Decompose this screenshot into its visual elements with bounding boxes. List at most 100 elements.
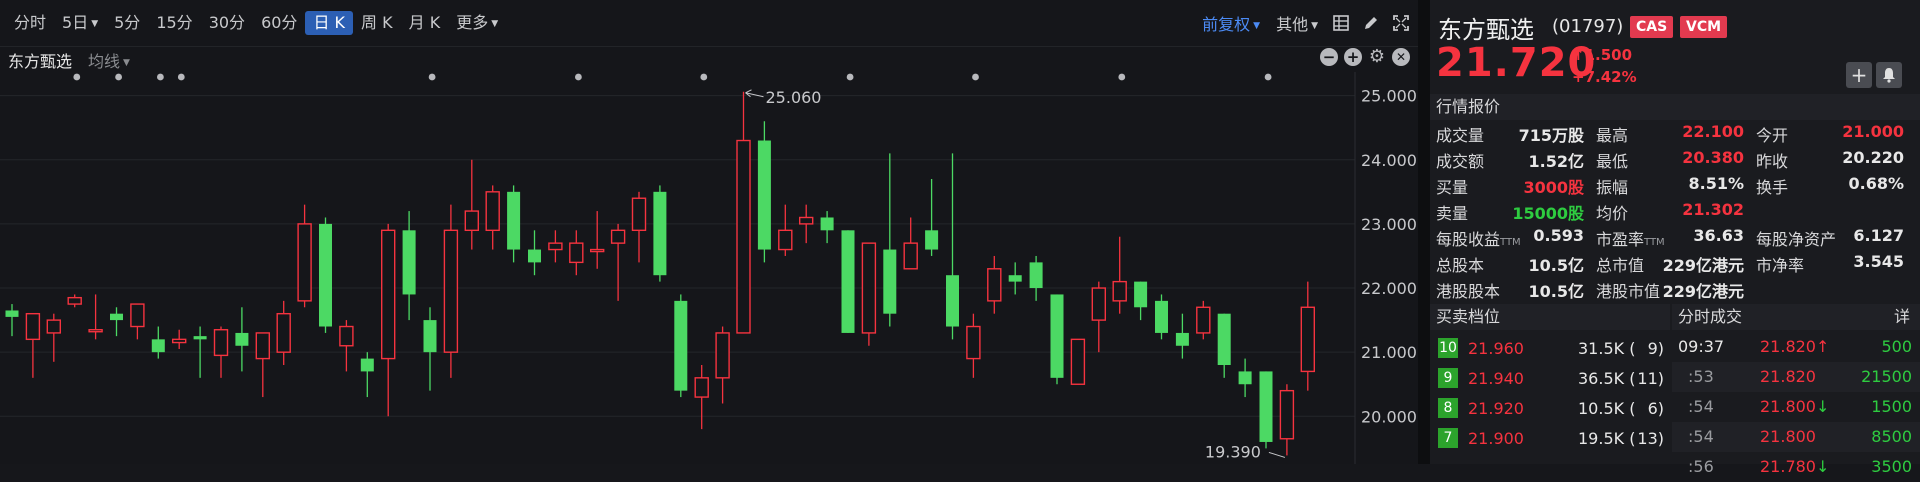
panel-divider[interactable] <box>1418 0 1430 464</box>
y-tick-label: 22.000 <box>1361 279 1417 298</box>
other-dropdown[interactable]: 其他 ▼ <box>1270 11 1324 35</box>
zoom-in-icon[interactable]: + <box>1344 48 1362 66</box>
tab-more[interactable]: 更多 ▼ <box>448 11 506 35</box>
stat-label: 市净率 <box>1756 252 1804 276</box>
tab-timeshare[interactable]: 分时 <box>6 11 54 35</box>
low-marker-line <box>1268 451 1286 458</box>
tab-5min[interactable]: 5分 <box>106 11 148 35</box>
layout-grid-icon[interactable] <box>1328 10 1354 36</box>
tab-15min[interactable]: 15分 <box>148 11 200 35</box>
trade-price-value: 21.800 <box>1760 397 1816 416</box>
trade-price: 21.800 <box>1760 427 1816 446</box>
candlestick-chart[interactable]: 25.000 24.000 23.000 22.000 21.000 20.000 25.0… <box>0 72 1418 464</box>
candle-body-up <box>715 332 730 379</box>
candle-body-down <box>360 358 374 372</box>
stat-label: 最高 <box>1596 126 1629 145</box>
stat-value: 10.5亿 <box>1528 256 1584 275</box>
candle-body-down <box>507 191 521 250</box>
candle-body-up <box>1279 389 1295 440</box>
candle-body-up <box>1112 280 1127 302</box>
candle-body-down <box>820 217 834 231</box>
zoom-out-icon[interactable]: − <box>1320 48 1338 66</box>
candle-body-up <box>799 216 814 225</box>
level-badge: 9 <box>1438 368 1458 388</box>
stat-label: 总市值 <box>1596 252 1644 276</box>
close-icon[interactable]: ✕ <box>1392 48 1410 66</box>
trade-volume: 8500 <box>1871 427 1912 446</box>
candle-body-down <box>1008 275 1022 282</box>
candle-body-up <box>485 191 500 232</box>
price-change-value: 1.500 <box>1584 46 1633 64</box>
stat-label: 换手 <box>1756 178 1789 197</box>
price-change-pct: +7.42% <box>1572 68 1637 86</box>
candle-body-up <box>1196 306 1211 334</box>
stat-value: 0.68% <box>1848 174 1904 193</box>
tab-5day[interactable]: 5日 ▼ <box>54 11 106 35</box>
candle-body-down <box>1238 371 1252 385</box>
cas-badge[interactable]: CAS <box>1630 16 1674 38</box>
orderbook-row[interactable]: 7 21.900 19.5K (13) <box>1430 424 1670 454</box>
level-badge: 10 <box>1438 338 1458 358</box>
event-dot <box>73 73 81 81</box>
event-dot <box>575 73 582 81</box>
tab-daily-k[interactable]: 日 K <box>305 11 354 35</box>
tab-more-label: 更多 <box>456 13 489 32</box>
adjust-dropdown[interactable]: 前复权 ▼ <box>1196 11 1266 35</box>
settings-gear-icon[interactable]: ⚙ <box>1368 48 1386 66</box>
trade-row: :54 21.800 8500 <box>1672 422 1920 452</box>
stat-label: 买量 <box>1436 178 1469 197</box>
trade-time: :53 <box>1688 367 1714 386</box>
alert-bell-icon[interactable] <box>1876 62 1902 88</box>
candle-body-down <box>883 249 897 314</box>
trade-row: :56 21.780↓ 3500 <box>1672 452 1920 482</box>
y-tick-label: 25.000 <box>1361 87 1417 106</box>
candle-body-up <box>631 197 647 232</box>
orderbook-row[interactable]: 8 21.920 10.5K (6) <box>1430 394 1670 424</box>
trade-price-value: 21.800 <box>1760 427 1816 446</box>
chevron-down-icon: ▼ <box>1311 21 1318 31</box>
tab-weekly-k[interactable]: 周 K <box>353 11 401 35</box>
orderbook-row[interactable]: 10 21.960 31.5K (9) <box>1430 334 1670 364</box>
tab-monthly-k[interactable]: 月 K <box>401 11 449 35</box>
draw-pen-icon[interactable] <box>1358 10 1384 36</box>
stat-label: 市盈率TTM <box>1596 226 1665 250</box>
candle-body-down <box>757 140 771 250</box>
ask-price: 21.940 <box>1468 369 1524 388</box>
stat-value: 1.52亿 <box>1528 152 1584 171</box>
vcm-badge[interactable]: VCM <box>1680 16 1728 38</box>
trade-price-value: 21.820 <box>1760 367 1816 386</box>
ma-dropdown[interactable]: 均线 ▼ <box>80 48 138 72</box>
candle-body-up <box>255 332 270 360</box>
low-label: 19.390 <box>1205 442 1261 461</box>
stat-value: 3000股 <box>1523 178 1584 197</box>
up-arrow-icon: ↑ <box>1815 337 1830 356</box>
fullscreen-icon[interactable] <box>1388 10 1414 36</box>
add-watchlist-button[interactable]: + <box>1846 62 1872 88</box>
stat-value: 229亿港元 <box>1662 282 1744 301</box>
tab-60min[interactable]: 60分 <box>253 11 305 35</box>
trade-time: :56 <box>1688 457 1714 476</box>
ttm-label: TTM <box>1500 237 1521 248</box>
trade-row: :54 21.800↓ 1500 <box>1672 392 1920 422</box>
stat-label-text: 总市值 <box>1596 256 1645 275</box>
tab-30min[interactable]: 30分 <box>201 11 253 35</box>
stat-label: 成交额 <box>1436 152 1485 171</box>
candle-body-down <box>193 336 207 340</box>
trade-time: :54 <box>1688 427 1714 446</box>
orderbook-row[interactable]: 9 21.940 36.5K (11) <box>1430 364 1670 394</box>
candle-body-up <box>213 329 229 357</box>
trade-volume: 21500 <box>1861 367 1912 386</box>
chevron-down-icon: ▼ <box>1253 21 1261 31</box>
candle-body-up <box>276 312 291 353</box>
trade-time: :54 <box>1688 397 1714 416</box>
stat-label: 总股本 <box>1436 252 1484 276</box>
chart-tools: 前复权 ▼ 其他 ▼ <box>1196 0 1418 46</box>
candle-body-up <box>903 242 918 270</box>
detail-link[interactable]: 详 <box>1894 304 1910 330</box>
trade-price-value: 21.820 <box>1760 337 1816 356</box>
level-badge: 8 <box>1438 398 1458 418</box>
candle-body-up <box>297 223 312 302</box>
event-dot <box>1118 73 1126 81</box>
stat-label: 每股净资产 <box>1756 226 1836 250</box>
event-dot <box>972 73 979 81</box>
